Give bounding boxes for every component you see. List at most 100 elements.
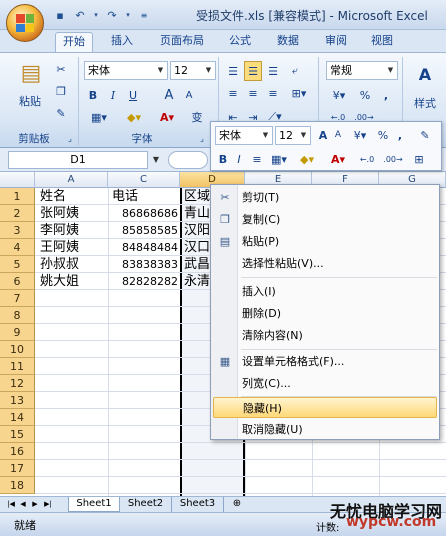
merge-center-icon[interactable]: ⊞▾ bbox=[286, 83, 312, 103]
currency-icon[interactable]: ¥▾ bbox=[326, 85, 352, 105]
menu-item-cut[interactable]: ✂ 剪切(T) bbox=[213, 187, 437, 208]
row-header-18[interactable]: 18 bbox=[0, 477, 35, 494]
mini-font-color-icon[interactable]: A▾ bbox=[325, 149, 351, 169]
row-header-13[interactable]: 13 bbox=[0, 392, 35, 409]
tab-view[interactable]: 视图 bbox=[364, 32, 400, 52]
mini-shrink-font-icon[interactable]: A bbox=[331, 125, 345, 145]
menu-item-clear-contents[interactable]: 清除内容(N) bbox=[213, 325, 437, 346]
menu-item-copy[interactable]: ❐ 复制(C) bbox=[213, 209, 437, 230]
cell-d2[interactable]: 青山 bbox=[184, 205, 210, 222]
cell-c5[interactable]: 83838383 bbox=[110, 256, 178, 273]
font-size-combo[interactable]: 12 ▼ bbox=[170, 61, 216, 80]
undo-icon[interactable]: ↶ bbox=[72, 7, 88, 23]
cell-d4[interactable]: 汉口 bbox=[184, 239, 210, 256]
redo-icon[interactable]: ↷ bbox=[104, 7, 120, 23]
tab-formulas[interactable]: 公式 bbox=[222, 32, 258, 52]
cell-c3[interactable]: 85858585 bbox=[110, 222, 178, 239]
row-header-5[interactable]: 5 bbox=[0, 256, 35, 273]
italic-button[interactable]: I bbox=[104, 85, 122, 105]
mini-align-center-icon[interactable]: ≡ bbox=[249, 149, 265, 169]
align-bottom-icon[interactable]: ☰ bbox=[264, 61, 282, 81]
row-header-10[interactable]: 10 bbox=[0, 341, 35, 358]
tab-insert[interactable]: 插入 bbox=[104, 32, 140, 52]
column-header-c[interactable]: C bbox=[108, 172, 180, 188]
row-header-12[interactable]: 12 bbox=[0, 375, 35, 392]
select-all-corner[interactable] bbox=[0, 172, 35, 188]
chevron-down-icon[interactable]: ▼ bbox=[155, 63, 166, 78]
menu-item-paste-special[interactable]: 选择性粘贴(V)... bbox=[213, 253, 437, 274]
formula-input[interactable] bbox=[168, 151, 208, 169]
cell-d6[interactable]: 永清 bbox=[184, 273, 210, 290]
chevron-down-icon[interactable]: ▼ bbox=[298, 128, 309, 143]
customize-qat-icon[interactable]: ≡ bbox=[136, 7, 152, 23]
save-icon[interactable]: ▪ bbox=[52, 7, 68, 23]
phonetic-button[interactable]: 变 bbox=[184, 107, 210, 127]
align-center-icon[interactable]: ≡ bbox=[244, 83, 262, 103]
chevron-down-icon[interactable]: ▼ bbox=[260, 128, 271, 143]
undo-dropdown-icon[interactable]: ▾ bbox=[92, 7, 100, 23]
shrink-font-button[interactable]: A bbox=[180, 85, 198, 105]
wrap-text-icon[interactable]: ⤶ bbox=[286, 61, 304, 81]
format-painter-icon[interactable]: ✎ bbox=[52, 103, 70, 123]
last-sheet-icon[interactable]: ▶| bbox=[42, 497, 54, 512]
tab-data[interactable]: 数据 bbox=[270, 32, 306, 52]
chevron-down-icon[interactable]: ▼ bbox=[385, 63, 396, 78]
menu-item-paste[interactable]: ▤ 粘贴(P) bbox=[213, 231, 437, 252]
cell-a2[interactable]: 张阿姨 bbox=[40, 205, 106, 222]
cell-c1[interactable]: 电话 bbox=[112, 188, 178, 205]
tab-home[interactable]: 开始 bbox=[55, 32, 93, 52]
office-button[interactable] bbox=[6, 4, 44, 42]
mini-percent-button[interactable]: % bbox=[375, 125, 391, 145]
sheet-tab-sheet2[interactable]: Sheet2 bbox=[120, 497, 172, 512]
row-header-7[interactable]: 7 bbox=[0, 290, 35, 307]
mini-borders-icon[interactable]: ▦▾ bbox=[267, 149, 291, 169]
first-sheet-icon[interactable]: |◀ bbox=[6, 497, 16, 512]
row-header-2[interactable]: 2 bbox=[0, 205, 35, 222]
mini-merge-icon[interactable]: ⊞ bbox=[409, 149, 429, 169]
row-header-11[interactable]: 11 bbox=[0, 358, 35, 375]
row-header-15[interactable]: 15 bbox=[0, 426, 35, 443]
row-header-14[interactable]: 14 bbox=[0, 409, 35, 426]
mini-currency-icon[interactable]: ¥▾ bbox=[347, 125, 373, 145]
redo-dropdown-icon[interactable]: ▾ bbox=[124, 7, 132, 23]
menu-item-column-width[interactable]: 列宽(C)... bbox=[213, 373, 437, 394]
bold-button[interactable]: B bbox=[84, 85, 102, 105]
underline-button[interactable]: U bbox=[124, 85, 142, 105]
sheet-tab-sheet3[interactable]: Sheet3 bbox=[172, 497, 224, 512]
row-header-16[interactable]: 16 bbox=[0, 443, 35, 460]
menu-item-hide[interactable]: 隐藏(H) bbox=[213, 397, 437, 418]
row-header-4[interactable]: 4 bbox=[0, 239, 35, 256]
align-middle-icon[interactable]: ☰ bbox=[244, 61, 262, 81]
menu-item-insert[interactable]: 插入(I) bbox=[213, 281, 437, 302]
name-box-dropdown-icon[interactable]: ▼ bbox=[150, 152, 162, 168]
borders-icon[interactable]: ▦▾ bbox=[84, 107, 114, 127]
paste-button[interactable]: 粘贴 bbox=[14, 91, 46, 111]
row-header-9[interactable]: 9 bbox=[0, 324, 35, 341]
row-header-17[interactable]: 17 bbox=[0, 460, 35, 477]
cell-d5[interactable]: 武昌 bbox=[184, 256, 210, 273]
cell-c6[interactable]: 82828282 bbox=[110, 273, 178, 290]
mini-decrease-decimal-icon[interactable]: .00→ bbox=[381, 149, 405, 169]
mini-grow-font-icon[interactable]: A bbox=[315, 125, 331, 145]
mini-format-painter-icon[interactable]: ✎ bbox=[415, 125, 435, 145]
font-launcher-icon[interactable]: ⌟ bbox=[196, 131, 208, 145]
row-header-1[interactable]: 1 bbox=[0, 188, 35, 205]
percent-button[interactable]: % bbox=[356, 85, 374, 105]
cell-a5[interactable]: 孙叔叔 bbox=[40, 256, 106, 273]
name-box[interactable]: D1 bbox=[8, 151, 148, 169]
styles-button[interactable]: 样式 bbox=[408, 93, 442, 113]
mini-fill-color-icon[interactable]: ◆▾ bbox=[293, 149, 321, 169]
cell-a3[interactable]: 李阿姨 bbox=[40, 222, 106, 239]
chevron-down-icon[interactable]: ▼ bbox=[203, 63, 214, 78]
copy-icon[interactable]: ❐ bbox=[52, 81, 70, 101]
sheet-tab-sheet1[interactable]: Sheet1 bbox=[68, 497, 120, 512]
menu-item-unhide[interactable]: 取消隐藏(U) bbox=[213, 419, 437, 440]
cell-a1[interactable]: 姓名 bbox=[40, 188, 106, 205]
grow-font-button[interactable]: A bbox=[160, 85, 178, 105]
next-sheet-icon[interactable]: ▶ bbox=[30, 497, 40, 512]
prev-sheet-icon[interactable]: ◀ bbox=[18, 497, 28, 512]
align-right-icon[interactable]: ≡ bbox=[264, 83, 282, 103]
mini-increase-decimal-icon[interactable]: ←.0 bbox=[355, 149, 379, 169]
cell-c4[interactable]: 84848484 bbox=[110, 239, 178, 256]
column-header-a[interactable]: A bbox=[35, 172, 108, 188]
